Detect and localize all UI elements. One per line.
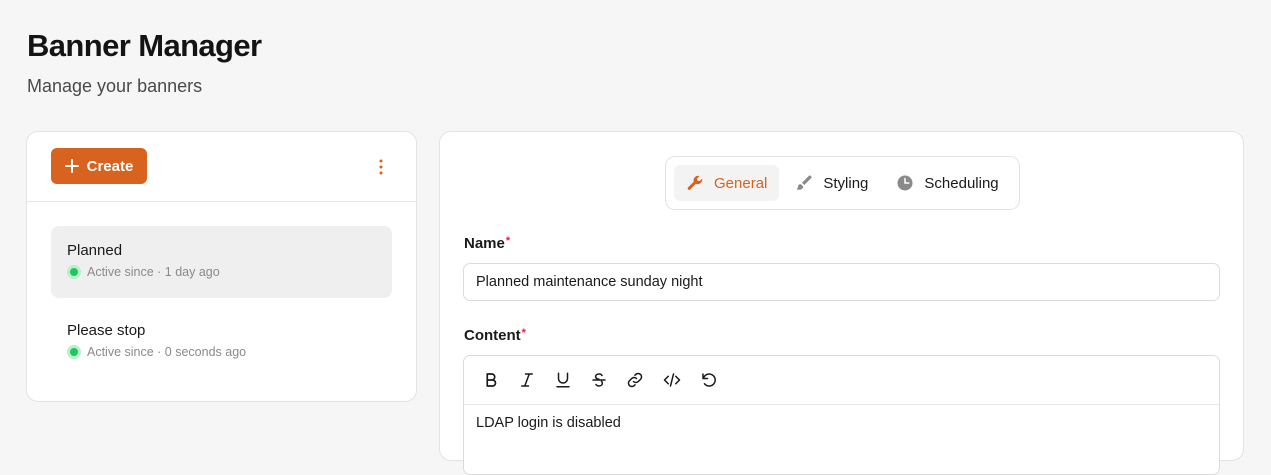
undo-icon[interactable] (698, 369, 720, 391)
banner-name: Planned (67, 242, 123, 259)
banner-editor-panel: General Styling Scheduling Name* Content… (439, 131, 1244, 475)
banner-list-item[interactable]: Please stop Active since · 0 seconds ago (51, 306, 392, 378)
tab-label: General (714, 174, 768, 192)
code-icon[interactable] (660, 369, 684, 391)
status-active-dot (67, 265, 81, 279)
editor-tabs: General Styling Scheduling (665, 156, 1020, 210)
banner-status: Active since · 1 day ago (67, 265, 376, 279)
tab-label: Styling (823, 174, 869, 192)
brush-icon (795, 174, 813, 192)
create-button[interactable]: Create (51, 148, 147, 184)
banner-list-panel: Create Planned Active since · 1 day ago … (26, 131, 417, 402)
editor-content[interactable]: LDAP login is disabled (464, 405, 1219, 441)
required-marker: * (505, 235, 511, 247)
name-input[interactable] (463, 263, 1220, 301)
banner-status: Active since · 0 seconds ago (67, 345, 376, 359)
tab-styling[interactable]: Styling (783, 165, 880, 201)
wrench-icon (686, 174, 704, 192)
plus-icon (64, 159, 79, 173)
clock-icon (896, 174, 914, 192)
banner-list-item[interactable]: Planned Active since · 1 day ago (51, 226, 392, 298)
link-icon[interactable] (624, 369, 646, 391)
content-label: Content* (464, 327, 526, 344)
bold-icon[interactable] (480, 369, 502, 391)
banner-list-header: Create (27, 132, 416, 202)
editor-toolbar (464, 356, 1219, 405)
create-button-label: Create (86, 157, 134, 175)
banner-status-text: Active since · 0 seconds ago (87, 345, 247, 359)
required-marker: * (521, 327, 526, 339)
tab-general[interactable]: General (674, 165, 780, 201)
page-subtitle: Manage your banners (27, 76, 203, 96)
name-label-text: Name (464, 235, 505, 252)
banner-name: Please stop (67, 322, 146, 339)
content-editor: LDAP login is disabled (463, 355, 1220, 475)
more-options-icon[interactable] (372, 156, 390, 178)
tab-scheduling[interactable]: Scheduling (884, 165, 1010, 201)
page-title: Banner Manager (27, 28, 262, 63)
banner-list: Planned Active since · 1 day ago Please … (27, 202, 416, 378)
italic-icon[interactable] (516, 369, 538, 391)
content-label-text: Content (464, 327, 521, 344)
underline-icon[interactable] (552, 369, 574, 391)
status-active-dot (67, 345, 81, 359)
strikethrough-icon[interactable] (588, 369, 610, 391)
tab-label: Scheduling (924, 174, 999, 192)
banner-status-text: Active since · 1 day ago (87, 265, 220, 279)
name-label: Name* (464, 235, 510, 252)
